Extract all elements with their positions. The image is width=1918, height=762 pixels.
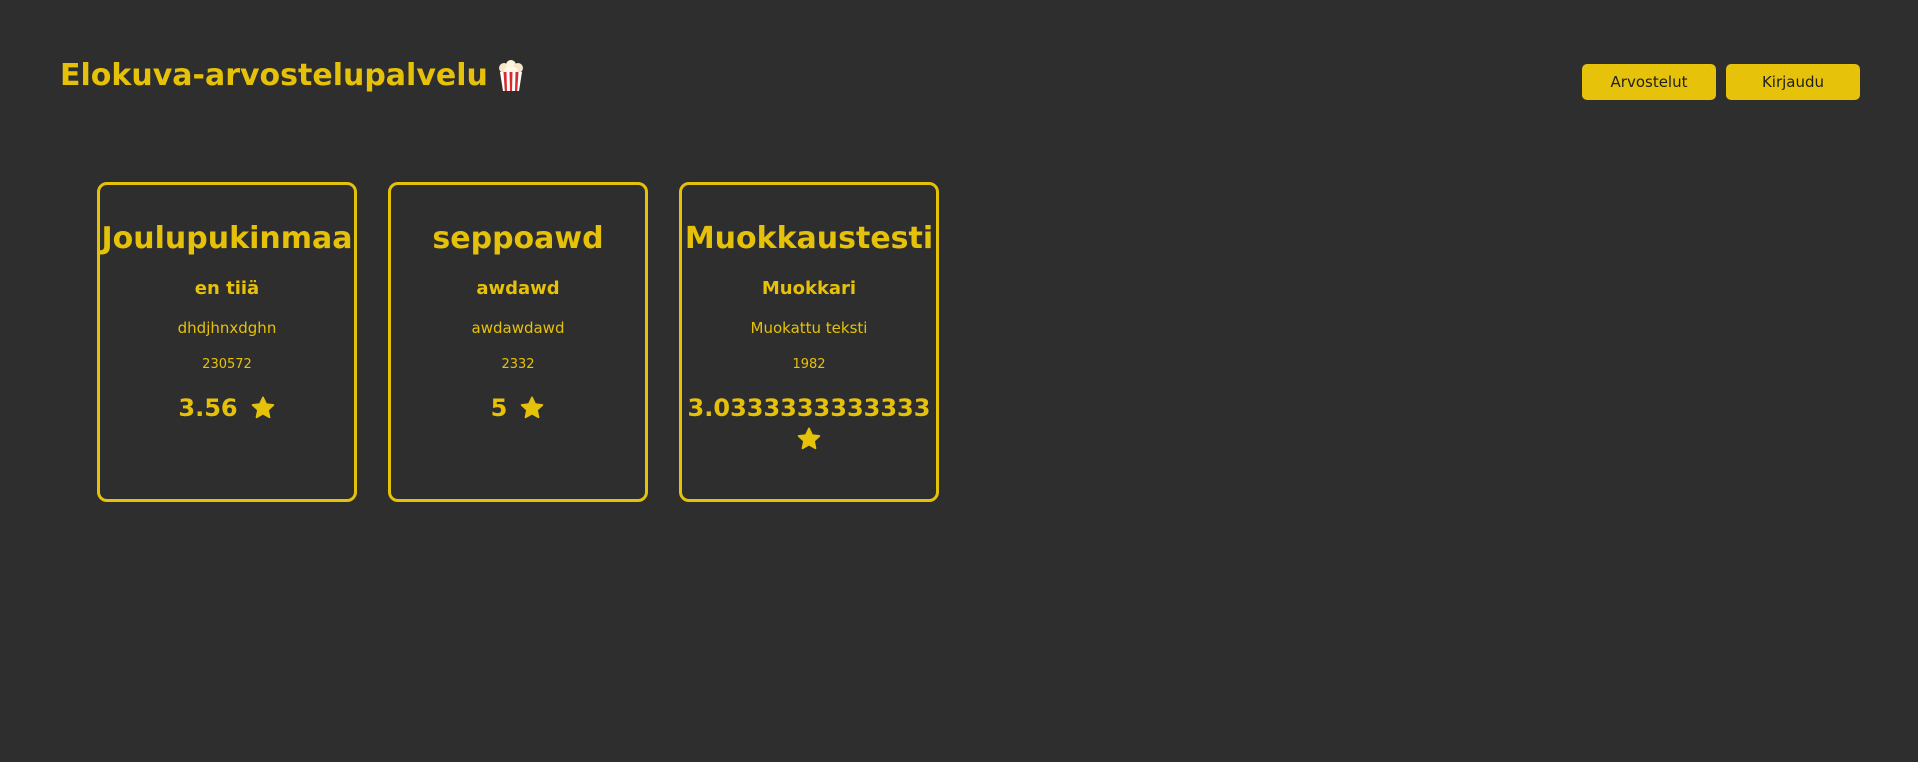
reviews-button[interactable]: Arvostelut bbox=[1582, 64, 1716, 100]
rating: 3.56 bbox=[178, 394, 275, 422]
review-text: Muokattu teksti bbox=[750, 319, 868, 337]
review-subtitle: en tiiä bbox=[194, 278, 260, 299]
star-icon bbox=[519, 395, 545, 421]
login-button[interactable]: Kirjaudu bbox=[1726, 64, 1860, 100]
star-icon bbox=[250, 395, 276, 421]
review-card-list: Joulupukinmaa en tiiä dhdjhnxdghn 230572… bbox=[97, 182, 939, 502]
movie-year: 1982 bbox=[792, 357, 826, 372]
movie-title: seppoawd bbox=[432, 221, 604, 256]
review-card[interactable]: seppoawd awdawd awdawdawd 2332 5 bbox=[388, 182, 648, 502]
movie-year: 2332 bbox=[501, 357, 535, 372]
movie-year: 230572 bbox=[202, 357, 252, 372]
app-title: Elokuva-arvostelupalvelu bbox=[60, 58, 524, 93]
rating: 3.0333333333333 bbox=[688, 394, 930, 452]
review-text: awdawdawd bbox=[471, 319, 565, 337]
rating-value: 3.0333333333333 bbox=[687, 394, 931, 422]
popcorn-icon bbox=[498, 59, 524, 92]
review-text: dhdjhnxdghn bbox=[177, 319, 277, 337]
review-subtitle: Muokkari bbox=[761, 278, 857, 299]
app-title-text: Elokuva-arvostelupalvelu bbox=[60, 58, 488, 93]
top-nav: Arvostelut Kirjaudu bbox=[1582, 64, 1860, 100]
app-header: Elokuva-arvostelupalvelu Arvostelut Kirj… bbox=[0, 0, 1918, 130]
movie-title: Joulupukinmaa bbox=[101, 221, 353, 256]
movie-title: Muokkaustesti bbox=[684, 221, 934, 256]
review-subtitle: awdawd bbox=[476, 278, 560, 299]
review-card[interactable]: Muokkaustesti Muokkari Muokattu teksti 1… bbox=[679, 182, 939, 502]
rating: 5 bbox=[491, 394, 546, 422]
review-card[interactable]: Joulupukinmaa en tiiä dhdjhnxdghn 230572… bbox=[97, 182, 357, 502]
star-icon bbox=[796, 426, 822, 452]
rating-value: 3.56 bbox=[178, 394, 238, 422]
rating-value: 5 bbox=[490, 394, 508, 422]
